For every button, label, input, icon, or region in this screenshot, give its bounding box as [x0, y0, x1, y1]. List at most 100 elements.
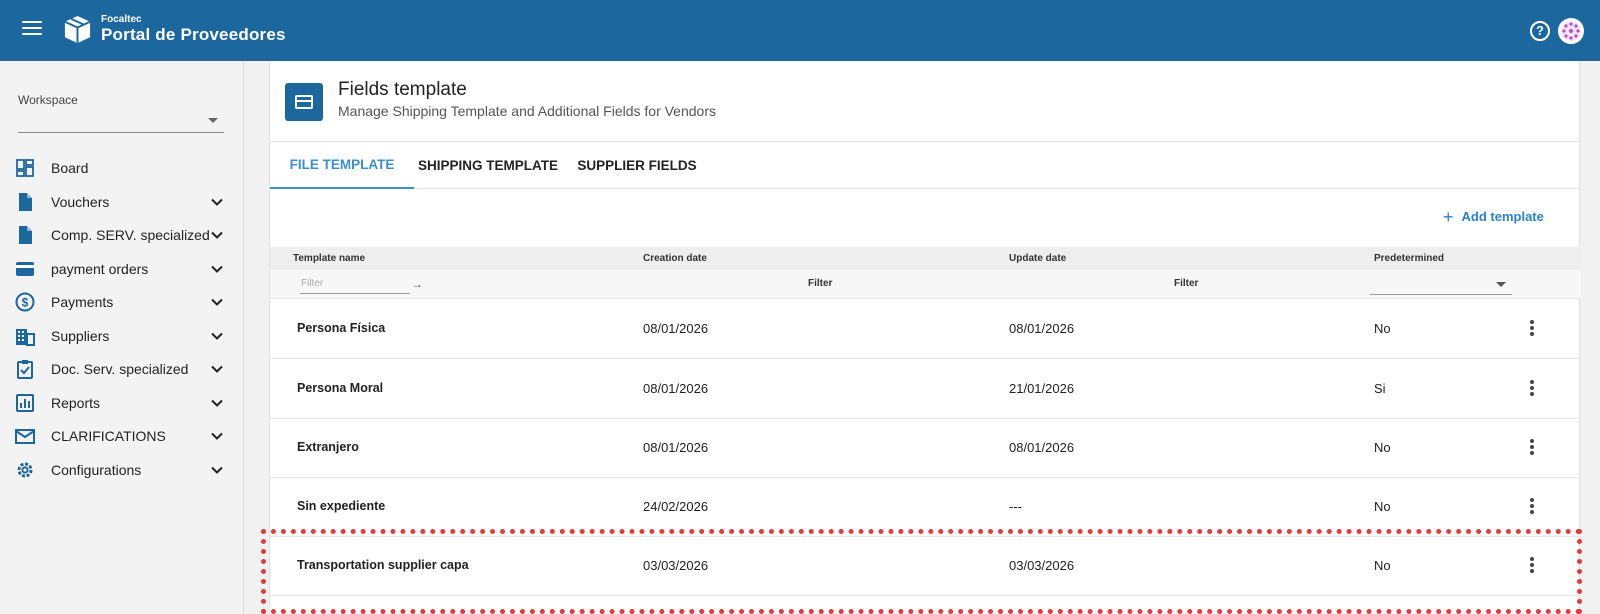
sidebar-item-label: payment orders — [51, 261, 149, 277]
sidebar-item-label: Doc. Serv. specialized — [51, 361, 189, 377]
more-vert-icon[interactable] — [1528, 498, 1536, 516]
name-filter-input[interactable] — [300, 274, 410, 294]
table-row[interactable]: Sin expediente 24/02/2026 --- No — [270, 477, 1581, 537]
sidebar-item-vouchers[interactable]: Vouchers — [0, 185, 244, 219]
top-app-bar: Focaltec Portal de Proveedores ? — [0, 0, 1600, 61]
predetermined-cell: Si — [1374, 381, 1386, 396]
sidebar-item-payments[interactable]: $ Payments — [0, 285, 244, 319]
chevron-down-icon[interactable] — [211, 363, 223, 375]
update-date-cell: 08/01/2026 — [1009, 321, 1075, 336]
template-name-cell: Transportation supplier capa — [297, 558, 469, 572]
avatar-pattern-icon — [1561, 21, 1581, 41]
caret-down-icon — [1496, 282, 1506, 287]
update-date-cell: 21/01/2026 — [1009, 381, 1075, 396]
column-header-template-name[interactable]: Template name — [293, 253, 365, 264]
creation-date-cell: 24/02/2026 — [643, 499, 709, 514]
filter-row: → Filter Filter — [270, 270, 1581, 299]
svg-text:$: $ — [22, 296, 29, 310]
sidebar-item-label: Comp. SERV. specialized — [51, 227, 210, 243]
sidebar-item-board[interactable]: Board — [0, 151, 244, 185]
more-vert-icon[interactable] — [1528, 320, 1536, 338]
tab-supplier-fields[interactable]: SUPPLIER FIELDS — [562, 142, 712, 189]
chevron-down-icon[interactable] — [211, 397, 223, 409]
sidebar-item-clarifications[interactable]: CLARIFICATIONS — [0, 419, 244, 453]
tab-shipping-template[interactable]: SHIPPING TEMPLATE — [414, 142, 562, 189]
add-template-button[interactable]: + Add template — [1443, 208, 1544, 226]
creation-date-cell: 08/01/2026 — [643, 440, 709, 455]
table-row[interactable]: Extranjero 08/01/2026 08/01/2026 No — [270, 418, 1581, 478]
sidebar-item-doc-serv[interactable]: Doc. Serv. specialized — [0, 352, 244, 386]
table-row[interactable]: Persona Moral 08/01/2026 21/01/2026 Si — [270, 359, 1581, 419]
update-date-cell: --- — [1009, 499, 1022, 514]
sidebar-item-comp-serv[interactable]: Comp. SERV. specialized — [0, 218, 244, 252]
more-vert-icon[interactable] — [1528, 557, 1536, 575]
table-row[interactable]: Transportation supplier capa 03/03/2026 … — [270, 536, 1581, 596]
column-header-update-date[interactable]: Update date — [1009, 253, 1066, 264]
sidebar-item-label: Vouchers — [51, 194, 110, 210]
creation-date-cell: 03/03/2026 — [643, 558, 709, 573]
chevron-down-icon[interactable] — [211, 464, 223, 476]
workspace-select[interactable] — [18, 109, 224, 133]
sidebar: Workspace Board Vouchers Comp. SERV. spe… — [0, 61, 244, 614]
logo-icon — [64, 15, 91, 44]
template-name-cell: Sin expediente — [297, 499, 386, 513]
page-title: Fields template — [338, 79, 467, 100]
gear-icon — [17, 462, 33, 478]
column-header-creation-date[interactable]: Creation date — [643, 253, 707, 264]
chevron-down-icon[interactable] — [211, 229, 223, 241]
predetermined-cell: No — [1374, 499, 1391, 514]
predetermined-filter-select[interactable] — [1370, 274, 1512, 295]
sidebar-item-suppliers[interactable]: Suppliers — [0, 319, 244, 353]
brand[interactable]: Focaltec Portal de Proveedores — [101, 14, 286, 45]
bar-chart-icon — [16, 394, 34, 412]
more-vert-icon[interactable] — [1528, 439, 1536, 457]
brand-company: Focaltec — [101, 14, 142, 25]
arrow-right-icon[interactable]: → — [411, 277, 423, 291]
credit-card-icon — [285, 83, 323, 121]
predetermined-cell: No — [1374, 321, 1391, 336]
update-date-filter[interactable]: Filter — [1174, 278, 1198, 289]
template-name-cell: Persona Moral — [297, 381, 384, 395]
sidebar-item-payment-orders[interactable]: payment orders — [0, 252, 244, 286]
avatar[interactable] — [1558, 18, 1584, 44]
update-date-cell: 08/01/2026 — [1009, 440, 1075, 455]
sidebar-item-label: Configurations — [51, 462, 142, 478]
chevron-down-icon[interactable] — [211, 263, 223, 275]
mail-icon — [15, 429, 35, 444]
document-icon — [19, 193, 32, 211]
update-date-cell: 03/03/2026 — [1009, 558, 1075, 573]
predetermined-cell: No — [1374, 558, 1391, 573]
table-header: Template name Creation date Update date … — [270, 247, 1581, 270]
more-vert-icon[interactable] — [1528, 380, 1536, 398]
building-icon — [16, 329, 35, 346]
document-icon — [19, 226, 32, 244]
tab-file-template[interactable]: FILE TEMPLATE — [270, 142, 414, 189]
chevron-down-icon[interactable] — [211, 196, 223, 208]
add-template-label: Add template — [1461, 209, 1544, 224]
table-row[interactable]: Persona Física 08/01/2026 08/01/2026 No — [270, 299, 1581, 359]
chevron-down-icon[interactable] — [211, 296, 223, 308]
sidebar-item-label: Reports — [51, 395, 101, 411]
template-name-cell: Extranjero — [297, 440, 359, 454]
chevron-down-icon[interactable] — [211, 330, 223, 342]
help-icon[interactable]: ? — [1530, 21, 1550, 41]
brand-title: Portal de Proveedores — [101, 25, 286, 44]
main-panel: Fields template Manage Shipping Template… — [269, 61, 1581, 614]
menu-icon[interactable] — [22, 21, 42, 39]
template-name-cell: Persona Física — [297, 321, 386, 335]
page-header: Fields template Manage Shipping Template… — [270, 61, 1581, 142]
column-header-predetermined[interactable]: Predetermined — [1374, 253, 1444, 264]
sidebar-item-reports[interactable]: Reports — [0, 386, 244, 420]
tab-content: + Add template Template name Creation da… — [270, 189, 1581, 614]
creation-date-cell: 08/01/2026 — [643, 321, 709, 336]
dashboard-icon — [16, 159, 34, 177]
credit-card-icon — [16, 262, 34, 276]
sidebar-item-label: Suppliers — [51, 328, 110, 344]
tab-bar: FILE TEMPLATE SHIPPING TEMPLATE SUPPLIER… — [270, 142, 1581, 189]
chevron-down-icon[interactable] — [211, 430, 223, 442]
creation-date-filter[interactable]: Filter — [808, 278, 832, 289]
sidebar-item-label: CLARIFICATIONS — [51, 428, 166, 444]
sidebar-item-label: Payments — [51, 294, 114, 310]
dollar-circle-icon: $ — [15, 292, 35, 312]
sidebar-item-configurations[interactable]: Configurations — [0, 453, 244, 487]
